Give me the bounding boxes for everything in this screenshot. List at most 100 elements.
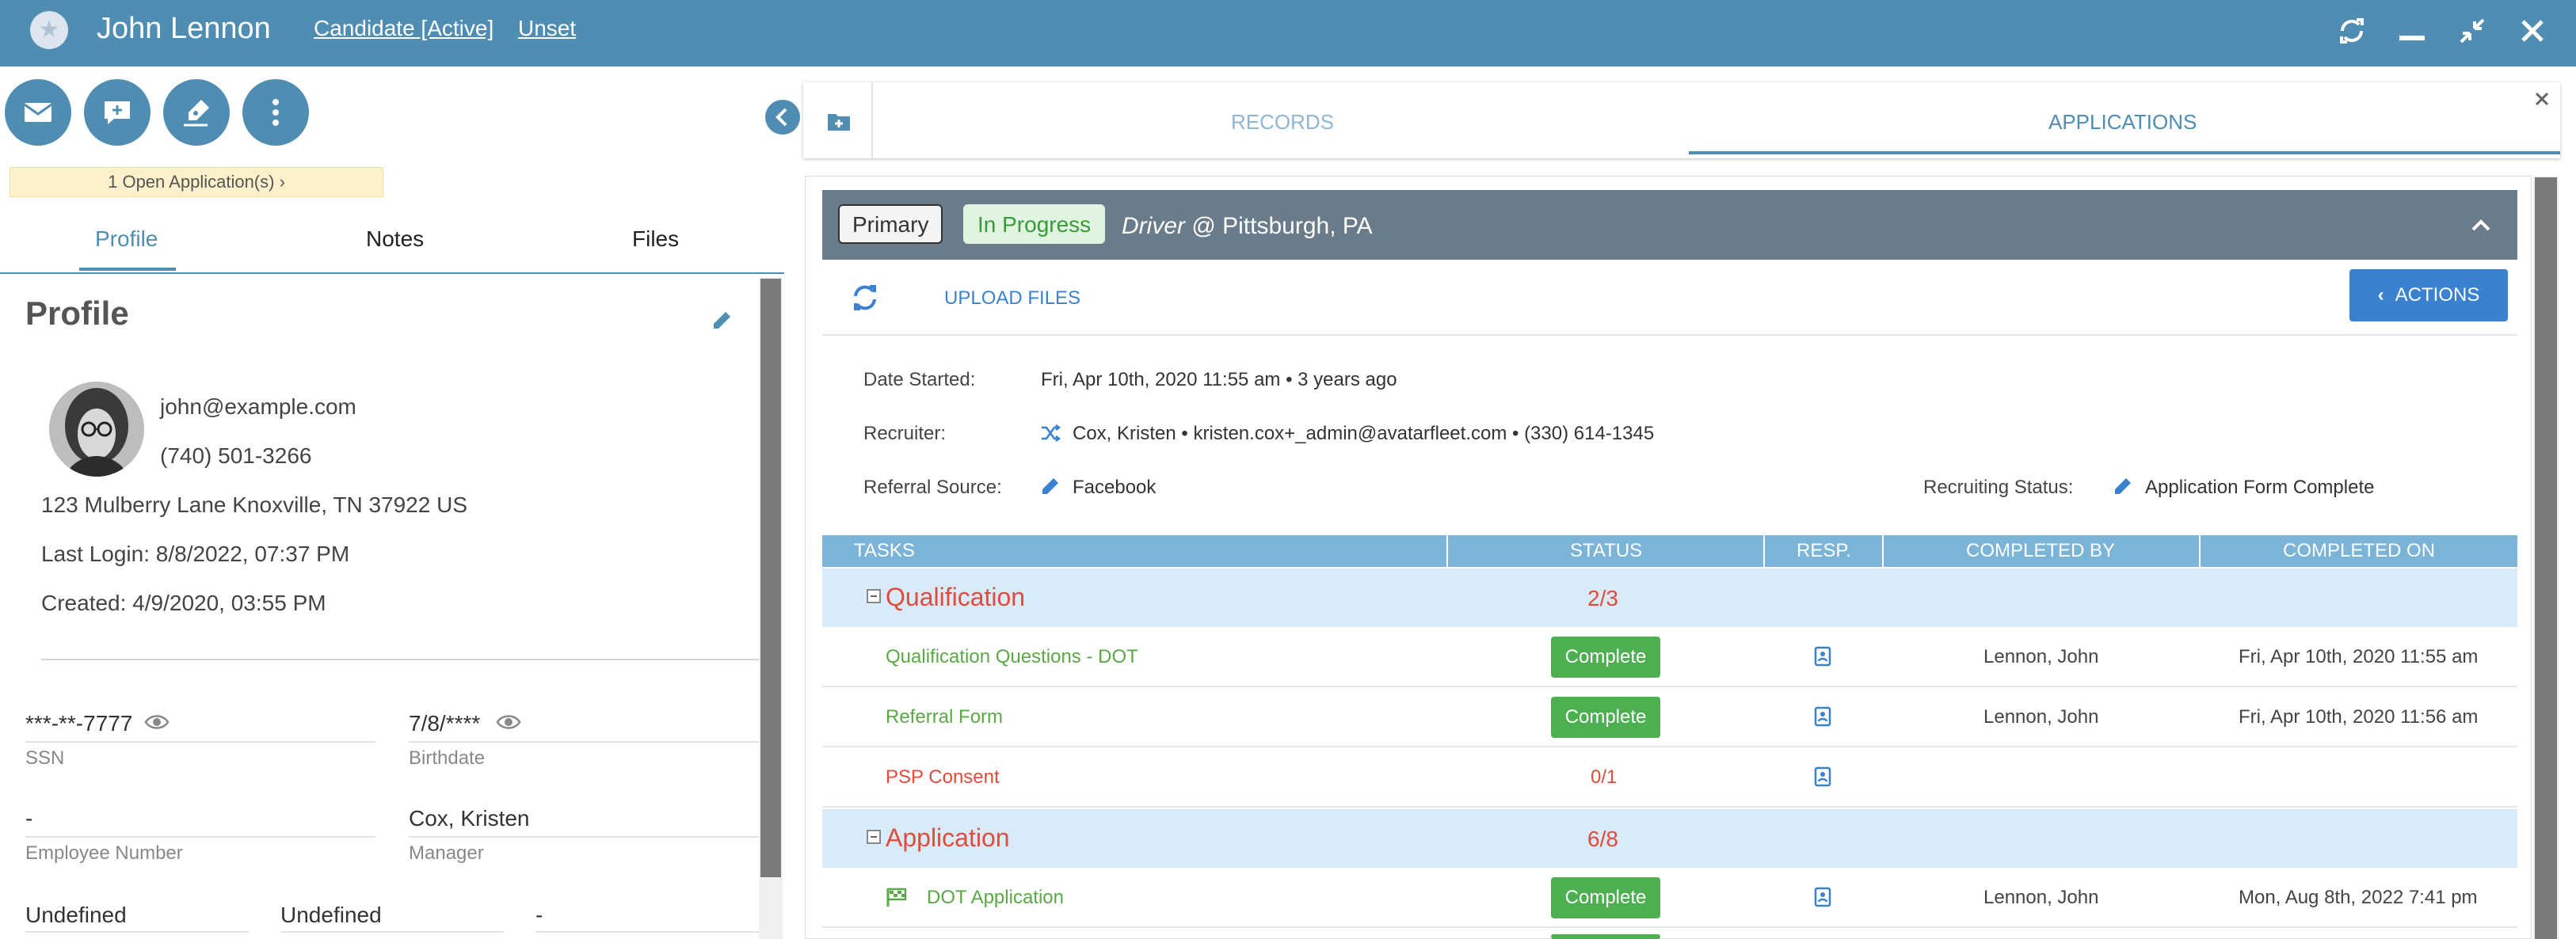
tab-notes[interactable]: Notes	[366, 223, 424, 255]
row-divider	[822, 926, 2517, 928]
collapse-icon[interactable]	[867, 589, 881, 603]
chevron-up-icon[interactable]	[2468, 212, 2494, 241]
profile-last-login: Last Login: 8/8/2022, 07:37 PM	[41, 542, 350, 566]
refresh-icon[interactable]	[2330, 10, 2373, 52]
field-underline	[535, 931, 759, 933]
task-name[interactable]: DOT Application	[927, 887, 1064, 909]
completed-on: Mon, Aug 8th, 2022 7:41 pm	[2239, 887, 2478, 908]
tab-files[interactable]: Files	[632, 223, 679, 255]
comment-button[interactable]	[84, 79, 151, 146]
pencil-icon[interactable]	[1041, 477, 1060, 500]
minimize-icon[interactable]	[2391, 10, 2433, 52]
task-name[interactable]: PSP Consent	[886, 766, 1000, 789]
candidate-status-link[interactable]: Candidate [Active]	[314, 14, 493, 43]
employee-number-value: -	[25, 806, 33, 831]
column-separator	[1446, 535, 1448, 567]
contact-icon[interactable]	[1814, 766, 1831, 791]
row-divider	[822, 806, 2517, 808]
task-group-row	[822, 809, 2517, 868]
contact-icon[interactable]	[1814, 646, 1831, 671]
email-button[interactable]	[5, 79, 71, 146]
active-tab-indicator	[1689, 151, 2560, 154]
complete-badge[interactable]: Complete	[1551, 697, 1660, 738]
manager-label: Manager	[409, 842, 484, 864]
recruiter-info: Cox, Kristen • kristen.cox+_admin@avatar…	[1073, 423, 1654, 445]
actions-button[interactable]: ‹ ACTIONS	[2349, 269, 2508, 321]
toolbar-divider	[822, 334, 2517, 336]
recruiter-label: Recruiter:	[863, 423, 947, 444]
comment-icon	[105, 101, 130, 124]
date-started-value: Fri, Apr 10th, 2020 11:55 am • 3 years a…	[1041, 369, 1397, 390]
tab-records[interactable]: RECORDS	[1231, 108, 1334, 136]
sign-button[interactable]	[163, 79, 230, 146]
more-button[interactable]	[242, 79, 309, 146]
column-separator	[2199, 535, 2201, 567]
column-completed-by[interactable]: COMPLETED BY	[1966, 535, 2115, 567]
complete-badge[interactable]: Complete	[1551, 877, 1660, 918]
eye-icon[interactable]	[496, 713, 521, 736]
task-name[interactable]: Qualification Questions - DOT	[886, 646, 1138, 668]
contact-icon[interactable]	[1814, 706, 1831, 731]
field-underline	[280, 931, 504, 933]
tab-divider	[0, 272, 784, 274]
complete-badge[interactable]: Complete	[1551, 637, 1660, 678]
profile-title: Profile	[25, 295, 129, 332]
column-resp[interactable]: RESP.	[1797, 535, 1851, 567]
field-underline	[25, 741, 375, 743]
close-panel-icon[interactable]	[2532, 89, 2552, 109]
complete-badge-partial[interactable]	[1551, 934, 1660, 939]
shrink-icon[interactable]	[2451, 10, 2494, 52]
contact-icon[interactable]	[1814, 887, 1831, 911]
tab-applications[interactable]: APPLICATIONS	[2048, 108, 2197, 136]
collapse-icon[interactable]	[867, 830, 881, 844]
folder-plus-icon	[828, 114, 850, 131]
primary-badge: Primary	[838, 204, 943, 244]
status-badge: In Progress	[963, 204, 1106, 244]
undefined-field-2: Undefined	[280, 903, 382, 927]
birthdate-value: 7/8/****	[409, 711, 481, 736]
upload-files-button[interactable]: UPLOAD FILES	[944, 287, 1080, 310]
referral-source-label: Referral Source:	[863, 477, 1002, 498]
ssn-label: SSN	[25, 747, 65, 769]
more-icon	[272, 99, 279, 126]
application-title: Driver @ Pittsburgh, PA	[1122, 212, 1373, 241]
tab-profile[interactable]: Profile	[95, 223, 158, 255]
task-name[interactable]: Referral Form	[886, 706, 1003, 728]
field-underline	[409, 836, 759, 838]
completed-by: Lennon, John	[1983, 887, 2099, 908]
completed-by: Lennon, John	[1983, 646, 2099, 667]
column-tasks[interactable]: TASKS	[854, 535, 915, 567]
field-underline	[25, 836, 375, 838]
application-position: Driver	[1122, 213, 1185, 239]
column-separator	[1763, 535, 1765, 567]
close-icon[interactable]	[2511, 10, 2554, 52]
eye-icon[interactable]	[144, 713, 170, 736]
open-applications-banner[interactable]: 1 Open Application(s) ›	[10, 167, 383, 197]
sign-icon	[184, 100, 209, 127]
right-tab-bar	[803, 82, 2560, 158]
date-started-label: Date Started:	[863, 369, 976, 390]
task-group-name: Application	[886, 823, 1010, 852]
undefined-field-1: Undefined	[25, 903, 127, 927]
collapse-left-icon[interactable]	[765, 100, 800, 135]
field-underline	[25, 931, 249, 933]
unset-link[interactable]: Unset	[518, 14, 576, 43]
sync-icon[interactable]	[849, 282, 881, 317]
completed-on: Fri, Apr 10th, 2020 11:56 am	[2239, 706, 2479, 728]
pencil-icon[interactable]	[2113, 477, 2132, 500]
edit-icon[interactable]	[710, 309, 734, 336]
folder-plus-button[interactable]	[803, 82, 873, 158]
column-status[interactable]: STATUS	[1570, 535, 1642, 567]
candidate-name: John Lennon	[97, 12, 271, 45]
actions-label: ACTIONS	[2395, 284, 2480, 306]
left-scrollbar-thumb[interactable]	[760, 279, 781, 877]
right-scrollbar-thumb[interactable]	[2535, 177, 2557, 939]
shuffle-icon[interactable]	[1041, 424, 1061, 446]
star-icon[interactable]: ★	[30, 11, 68, 49]
column-completed-on[interactable]: COMPLETED ON	[2283, 535, 2435, 567]
profile-phone[interactable]: (740) 501-3266	[160, 442, 311, 470]
completed-by: Lennon, John	[1983, 706, 2099, 728]
recruiter-details: • kristen.cox+_admin@avatarfleet.com • (…	[1176, 423, 1655, 444]
profile-email[interactable]: john@example.com	[160, 393, 356, 421]
employee-number-label: Employee Number	[25, 842, 183, 864]
